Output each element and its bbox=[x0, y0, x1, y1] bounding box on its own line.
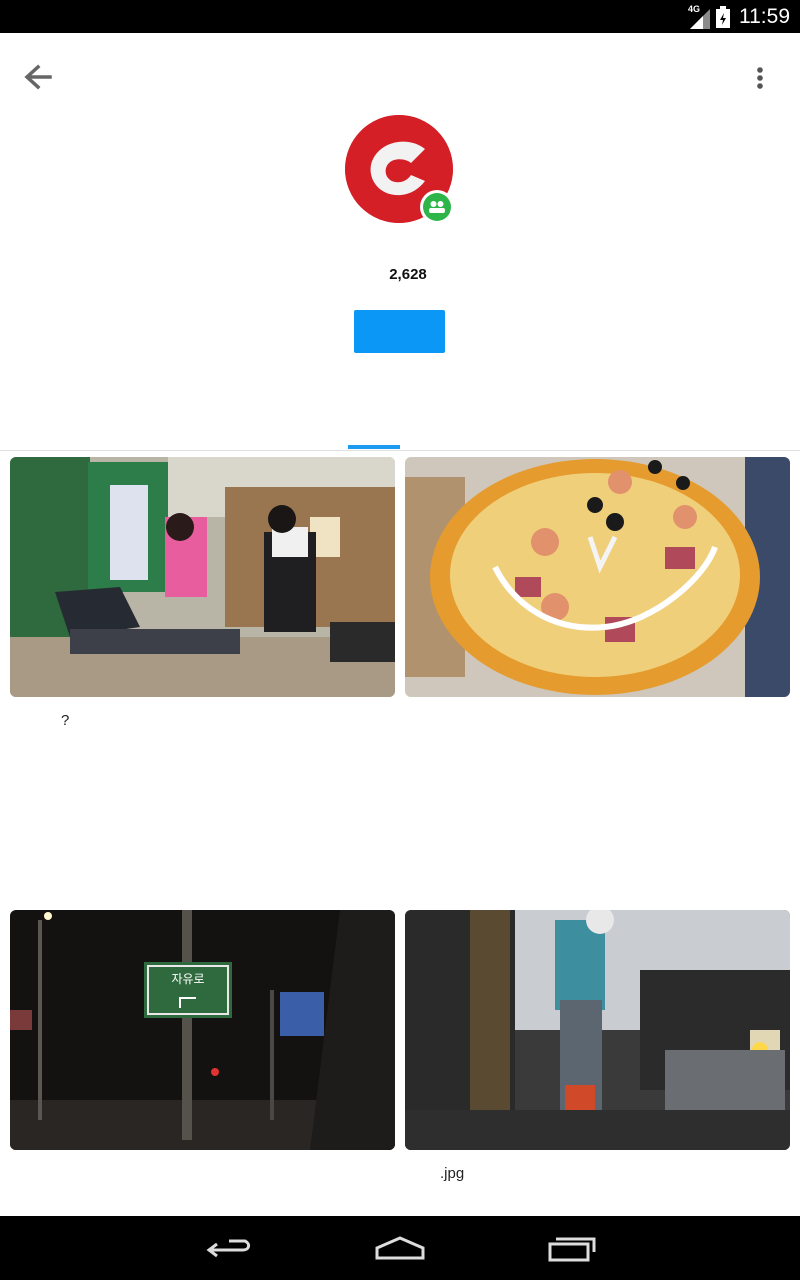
pizza-photo bbox=[405, 457, 790, 697]
svg-text:자유로: 자유로 bbox=[171, 972, 204, 986]
group-badge bbox=[420, 190, 454, 224]
follow-button[interactable] bbox=[354, 310, 445, 353]
clock: 11:59 bbox=[739, 5, 790, 28]
tab-bar bbox=[0, 412, 800, 451]
grid-caption: ? bbox=[61, 712, 70, 729]
system-nav-bar bbox=[0, 1216, 800, 1280]
home-nav-icon[interactable] bbox=[365, 1228, 435, 1268]
back-nav-icon[interactable] bbox=[195, 1228, 265, 1268]
group-icon bbox=[429, 201, 445, 213]
back-arrow-icon[interactable] bbox=[18, 58, 58, 98]
battery-icon bbox=[716, 6, 730, 28]
follower-count: 2,628 bbox=[389, 266, 427, 283]
grid-thumbnail[interactable]: 자유로 bbox=[10, 910, 395, 1150]
grid-thumbnail[interactable] bbox=[405, 910, 790, 1150]
grid-caption: .jpg bbox=[440, 1165, 465, 1182]
night-street-photo: 자유로 bbox=[10, 910, 395, 1150]
classroom-photo bbox=[10, 457, 395, 697]
grid-thumbnail[interactable] bbox=[405, 457, 790, 697]
active-tab-indicator bbox=[348, 445, 400, 449]
app-bar bbox=[0, 33, 800, 123]
status-bar: 4G 11:59 bbox=[0, 0, 800, 33]
dark-classroom-photo bbox=[405, 910, 790, 1150]
grid-thumbnail[interactable] bbox=[10, 457, 395, 697]
recent-apps-icon[interactable] bbox=[536, 1228, 606, 1268]
signal-icon bbox=[690, 9, 710, 29]
more-options-icon[interactable] bbox=[744, 58, 776, 98]
